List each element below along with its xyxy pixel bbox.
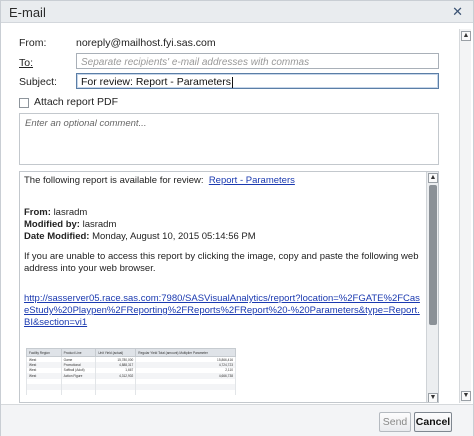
scroll-up-arrow-icon[interactable]: ▲ xyxy=(428,173,438,183)
from-label: From: xyxy=(19,37,47,49)
comment-textarea[interactable]: Enter an optional comment... xyxy=(19,113,439,165)
attach-pdf-checkbox[interactable] xyxy=(19,98,29,108)
dialog-title-bar: E-mail ✕ xyxy=(1,1,473,23)
email-dialog: E-mail ✕ ▲ ▼ From: noreply@mailhost.fyi.… xyxy=(0,0,474,436)
close-icon[interactable]: ✕ xyxy=(452,4,463,20)
preview-from-line: From: lasradm xyxy=(24,207,420,219)
to-label[interactable]: To: xyxy=(19,57,33,69)
preview-date-label: Date Modified: xyxy=(24,231,90,242)
send-button[interactable]: Send xyxy=(379,412,411,432)
preview-modified-label: Modified by: xyxy=(24,219,80,230)
scroll-up-arrow-icon[interactable]: ▲ xyxy=(461,31,471,41)
report-thumbnail-table[interactable]: Facility Region Product Line Unit Yield … xyxy=(26,348,236,395)
thumbnail-header-row: Facility Region Product Line Unit Yield … xyxy=(26,348,236,357)
preview-instructions: If you are unable to access this report … xyxy=(24,251,419,274)
preview-date-line: Date Modified: Monday, August 10, 2015 0… xyxy=(24,231,420,243)
preview-from-label: From: xyxy=(24,207,51,218)
preview-scrollbar[interactable]: ▲ ▼ xyxy=(426,172,438,402)
to-input[interactable]: Separate recipients' e-mail addresses wi… xyxy=(76,53,439,69)
thumbnail-header-cell: Facility Region xyxy=(26,348,62,357)
preview-intro: The following report is available for re… xyxy=(24,175,204,186)
cancel-button[interactable]: Cancel xyxy=(414,412,452,432)
report-url-link[interactable]: http://sasserver05.race.sas.com:7980/SAS… xyxy=(24,293,420,329)
dialog-title: E-mail xyxy=(9,5,46,20)
preview-modified-line: Modified by: lasradm xyxy=(24,219,420,231)
attach-pdf-label[interactable]: Attach report PDF xyxy=(34,96,118,108)
preview-scrollbar-thumb[interactable] xyxy=(429,185,437,325)
thumbnail-header-cell: Regular Yield Total (amount) Multiplier … xyxy=(135,348,236,357)
preview-intro-line: The following report is available for re… xyxy=(24,175,420,187)
subject-label: Subject: xyxy=(19,76,57,88)
preview-date-value: Monday, August 10, 2015 05:14:56 PM xyxy=(92,231,256,242)
text-caret xyxy=(231,76,233,88)
dialog-scrollbar[interactable]: ▲ ▼ xyxy=(459,29,471,403)
dialog-footer: Send Cancel xyxy=(1,404,473,436)
thumbnail-header-cell: Product Line xyxy=(60,348,97,357)
preview-from-value: lasradm xyxy=(53,207,88,218)
table-row xyxy=(26,389,236,395)
thumbnail-header-cell: Unit Yield (actual) xyxy=(95,348,137,357)
preview-modified-value: lasradm xyxy=(82,219,117,230)
scroll-down-arrow-icon[interactable]: ▼ xyxy=(428,393,438,402)
from-value: noreply@mailhost.fyi.sas.com xyxy=(76,37,216,49)
report-link[interactable]: Report - Parameters xyxy=(209,175,295,186)
preview-content: The following report is available for re… xyxy=(24,175,420,329)
scroll-down-arrow-icon[interactable]: ▼ xyxy=(461,391,471,401)
subject-input[interactable]: For review: Report - Parameters xyxy=(76,73,439,89)
report-preview: The following report is available for re… xyxy=(19,171,439,403)
subject-input-value: For review: Report - Parameters xyxy=(81,76,231,88)
